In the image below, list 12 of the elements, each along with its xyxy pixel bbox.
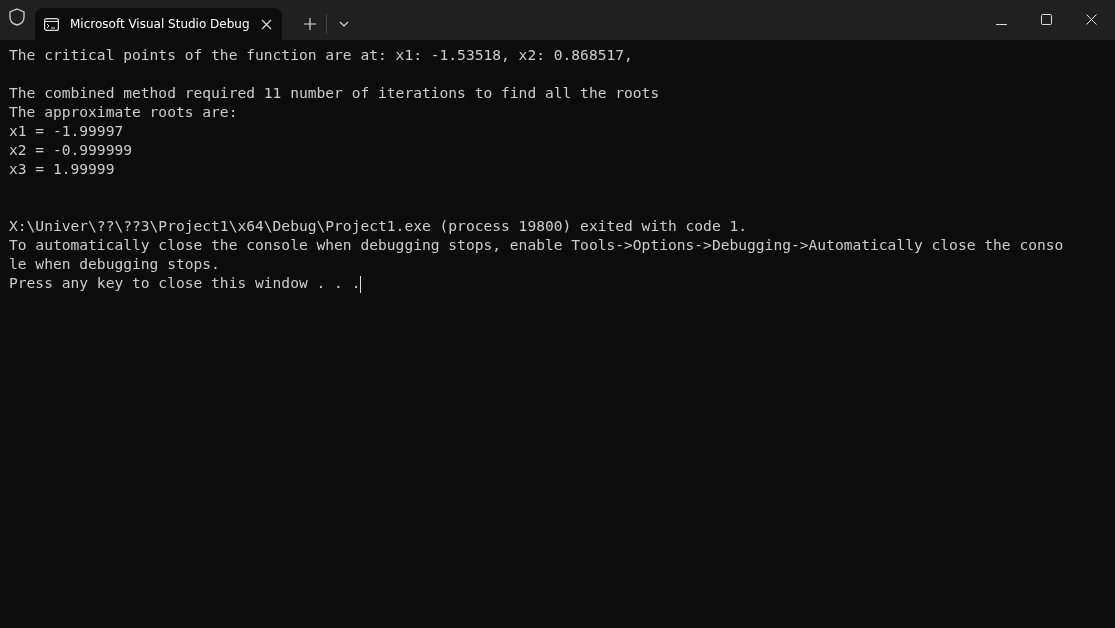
console-line: le when debugging stops. bbox=[9, 255, 220, 272]
console-line: The approximate roots are: bbox=[9, 103, 238, 120]
console-line: x2 = -0.999999 bbox=[9, 141, 132, 158]
console-line: The critical points of the function are at: x1: -1.53518, x2: 0.868517, bbox=[9, 46, 633, 63]
tab-title: Microsoft Visual Studio Debug bbox=[70, 17, 250, 31]
terminal-tab[interactable]: Microsoft Visual Studio Debug bbox=[35, 8, 282, 40]
console-line: x3 = 1.99999 bbox=[9, 160, 115, 177]
console-line: The combined method required 11 number of iterations to find all the roots bbox=[9, 84, 660, 101]
console-line: To automatically close the console when debugging stops, enable Tools->Options->Debugging->Automatically close the conso bbox=[9, 236, 1064, 253]
console-line: Press any key to close this window . . . bbox=[9, 274, 361, 291]
console-line: X:\Univer\??\??3\Project1\x64\Debug\Project1.exe (process 19800) exited with code 1. bbox=[9, 217, 748, 234]
console-line: x1 = -1.99997 bbox=[9, 122, 124, 139]
